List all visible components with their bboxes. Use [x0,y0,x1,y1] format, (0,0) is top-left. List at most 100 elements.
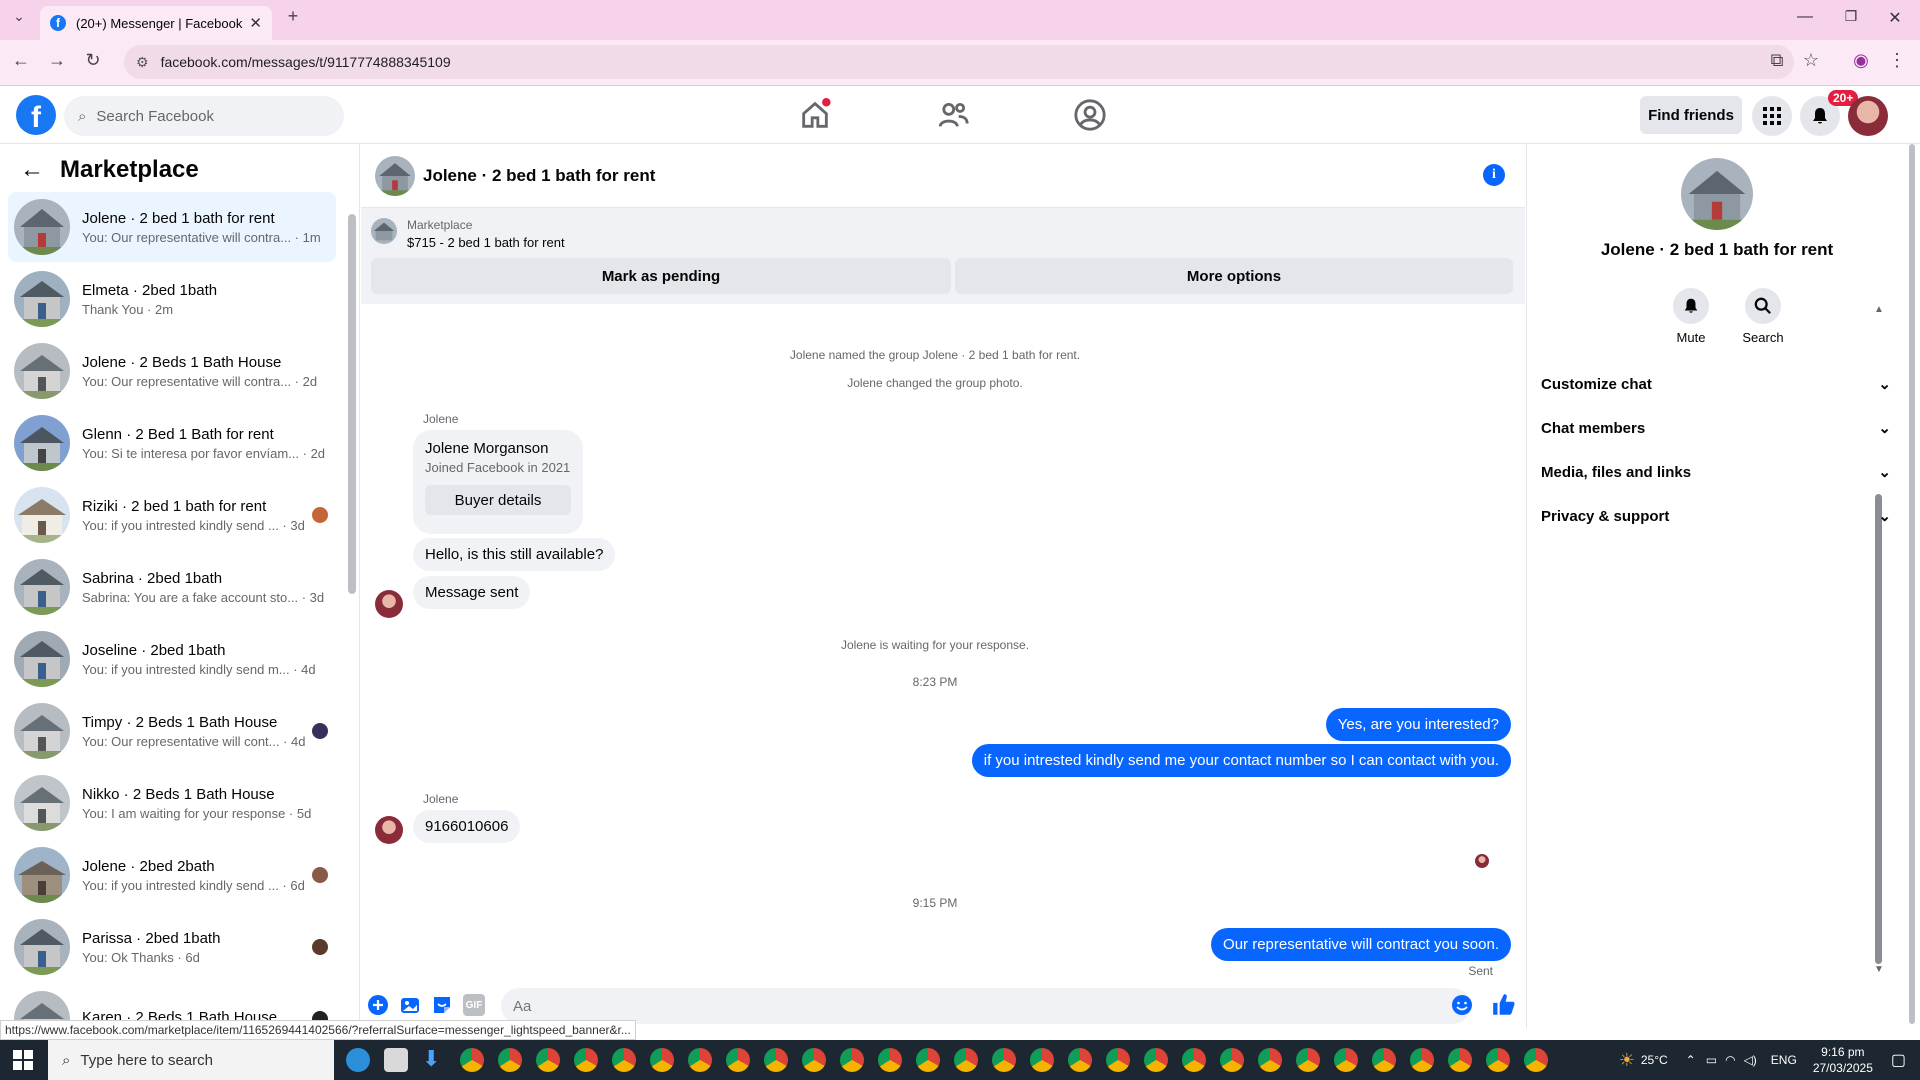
listing-thumbnail[interactable] [371,218,397,244]
chrome-icon[interactable] [878,1048,902,1072]
customize-chat-row[interactable]: Customize chat ⌄ [1541,366,1891,402]
weather-icon[interactable]: ☀ [1619,1050,1635,1071]
install-app-icon[interactable]: ⧉ [1764,50,1790,71]
conversation-item[interactable]: Jolene · 2bed 2bath You: if you intrested… [8,840,336,910]
download-icon[interactable]: ⬇ [422,1046,440,1072]
sticker-icon[interactable] [431,994,453,1016]
language-indicator[interactable]: ENG [1771,1053,1797,1067]
conversation-item[interactable]: Jolene · 2 bed 1 bath for rent You: Our r… [8,192,336,262]
chrome-icon[interactable] [1524,1048,1548,1072]
conversation-item[interactable]: Nikko · 2 Beds 1 Bath House You: I am wai… [8,768,336,838]
tab-search-icon[interactable]: ⌄ [6,8,32,25]
chrome-icon[interactable] [1410,1048,1434,1072]
emoji-icon[interactable] [1451,994,1473,1016]
chrome-icon[interactable] [1448,1048,1472,1072]
conversation-item[interactable]: Parissa · 2bed 1bath You: Ok Thanks · 6d [8,912,336,982]
chrome-icon[interactable] [1182,1048,1206,1072]
windows-start-icon[interactable] [0,1040,46,1080]
chrome-icon[interactable] [650,1048,674,1072]
chat-avatar[interactable] [375,156,415,196]
volume-icon[interactable]: ◁) [1744,1053,1757,1067]
chrome-icon[interactable] [802,1048,826,1072]
menu-grid-icon[interactable] [1752,96,1792,136]
conversation-item[interactable]: Elmeta · 2bed 1bath Thank You · 2m [8,264,336,334]
forward-icon[interactable]: → [44,50,70,71]
chrome-icon[interactable] [916,1048,940,1072]
home-icon[interactable] [798,98,832,132]
media-files-links-row[interactable]: Media, files and links ⌄ [1541,454,1891,490]
chrome-icon[interactable] [1296,1048,1320,1072]
chrome-icon[interactable] [954,1048,978,1072]
search-in-chat-button[interactable]: Search [1733,288,1793,345]
conversation-item[interactable]: Glenn · 2 Bed 1 Bath for rent You: Si te … [8,408,336,478]
sender-avatar[interactable] [375,816,403,844]
friends-icon[interactable] [936,98,970,132]
chrome-icon[interactable] [536,1048,560,1072]
browser-tab-messenger[interactable]: f (20+) Messenger | Facebook ✕ [40,6,272,40]
listing-price[interactable]: $715 - 2 bed 1 bath for rent [407,235,565,250]
weather-temp[interactable]: 25°C [1641,1053,1668,1067]
find-friends-button[interactable]: Find friends [1640,96,1742,134]
browser-menu-icon[interactable]: ⋮ [1884,50,1910,71]
bookmark-star-icon[interactable]: ☆ [1798,50,1824,71]
conversation-item[interactable]: Sabrina · 2bed 1bath Sabrina: You are a f… [8,552,336,622]
back-arrow-icon[interactable]: ← [20,156,44,184]
chrome-icon[interactable] [1486,1048,1510,1072]
chrome-icon[interactable] [1220,1048,1244,1072]
plus-circle-icon[interactable] [367,994,389,1016]
chrome-icon[interactable] [1334,1048,1358,1072]
conversation-item[interactable]: Jolene · 2 Beds 1 Bath House You: Our rep… [8,336,336,406]
profile-nav-icon[interactable] [1073,98,1107,132]
minimize-icon[interactable]: — [1790,8,1820,26]
mark-as-pending-button[interactable]: Mark as pending [371,258,951,294]
chrome-icon[interactable] [1068,1048,1092,1072]
conversation-avatar[interactable] [1681,158,1753,230]
taskbar-search-input[interactable]: ⌕ Type here to search [48,1040,334,1080]
notification-center-icon[interactable]: ▢ [1891,1050,1906,1070]
facebook-logo-icon[interactable]: f [16,95,56,135]
chrome-icon[interactable] [574,1048,598,1072]
mute-button[interactable]: Mute [1661,288,1721,345]
chrome-icon[interactable] [840,1048,864,1072]
tab-close-icon[interactable]: ✕ [249,14,262,32]
thumbs-up-icon[interactable] [1491,992,1517,1018]
chrome-icon[interactable] [1258,1048,1282,1072]
conversation-item[interactable]: Riziki · 2 bed 1 bath for rent You: if yo… [8,480,336,550]
profile-icon[interactable]: ◉ [1848,50,1874,71]
new-tab-icon[interactable]: + [280,6,306,27]
edge-browser-icon[interactable] [346,1048,370,1072]
info-icon[interactable]: i [1483,164,1505,186]
chrome-icon[interactable] [1106,1048,1130,1072]
chat-members-row[interactable]: Chat members ⌄ [1541,410,1891,446]
url-field[interactable]: ⚙ facebook.com/messages/t/91177748883451… [124,45,1794,79]
tray-chevron-up-icon[interactable]: ⌃ [1686,1053,1696,1067]
sender-avatar[interactable] [375,590,403,618]
buyer-details-button[interactable]: Buyer details [425,485,571,515]
conversation-item[interactable]: Joseline · 2bed 1bath You: if you intrest… [8,624,336,694]
chrome-icon[interactable] [460,1048,484,1072]
privacy-support-row[interactable]: Privacy & support ⌄ [1541,498,1891,534]
chrome-icon[interactable] [498,1048,522,1072]
conversation-item[interactable]: Timpy · 2 Beds 1 Bath House You: Our repr… [8,696,336,766]
chat-title[interactable]: Jolene · 2 bed 1 bath for rent [423,166,655,186]
chrome-icon[interactable] [612,1048,636,1072]
app-icon[interactable] [384,1048,408,1072]
chrome-icon[interactable] [726,1048,750,1072]
facebook-search-input[interactable]: ⌕ Search Facebook [64,96,344,136]
chrome-icon[interactable] [992,1048,1016,1072]
more-options-button[interactable]: More options [955,258,1513,294]
chrome-icon[interactable] [1144,1048,1168,1072]
back-icon[interactable]: ← [8,50,34,71]
photo-icon[interactable] [399,994,421,1016]
wifi-icon[interactable]: ◠ [1725,1053,1735,1067]
sidebar-scrollbar[interactable] [348,214,356,594]
reload-icon[interactable]: ↻ [80,50,106,71]
panel-scrollbar[interactable] [1909,144,1915,1024]
chrome-icon[interactable] [1030,1048,1054,1072]
clock[interactable]: 9:16 pm 27/03/2025 [1813,1044,1873,1076]
gif-icon[interactable]: GIF [463,994,485,1016]
account-avatar[interactable] [1848,96,1888,136]
window-close-icon[interactable]: ✕ [1880,8,1910,28]
chrome-icon[interactable] [688,1048,712,1072]
message-input[interactable] [501,988,1471,1024]
